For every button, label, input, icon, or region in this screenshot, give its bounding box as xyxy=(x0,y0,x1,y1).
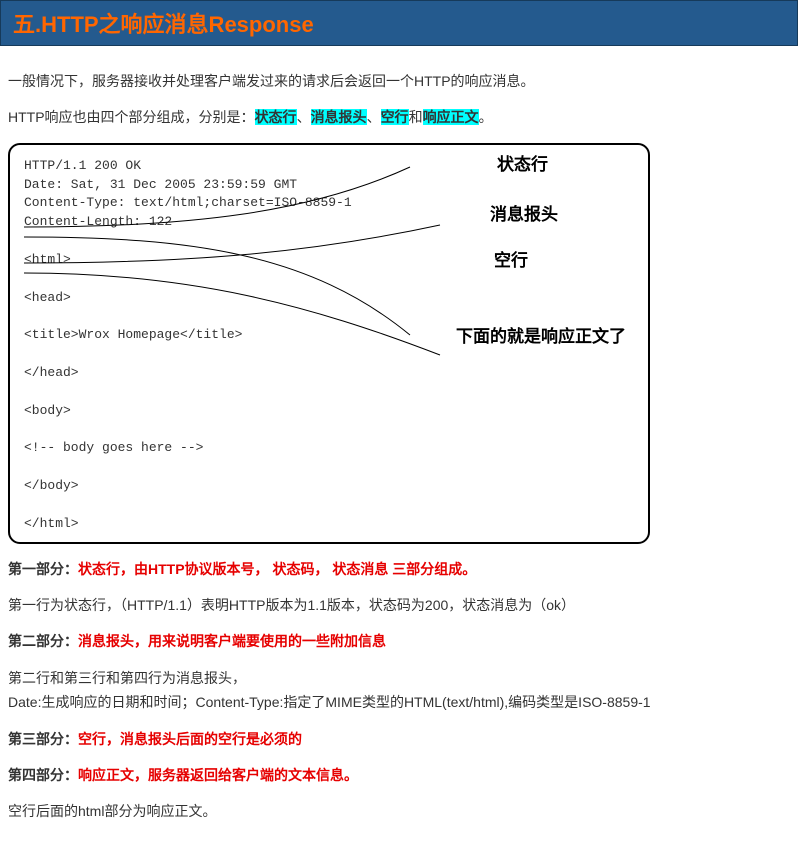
highlight-headers: 消息报头 xyxy=(311,109,367,125)
part1-desc: 第一行为状态行，（HTTP/1.1）表明HTTP版本为1.1版本，状态码为200… xyxy=(8,594,790,616)
blank-spacer xyxy=(24,458,634,477)
html-open-tag: <html> xyxy=(24,251,634,270)
body-open-tag: <body> xyxy=(24,402,634,421)
head-open-tag: <head> xyxy=(24,289,634,308)
part3: 第三部分：空行，消息报头后面的空行是必须的 xyxy=(8,728,790,750)
intro-p2: HTTP响应也由四个部分组成，分别是：状态行、消息报头、空行和响应正文。 xyxy=(8,106,790,128)
part4-desc: 空行后面的html部分为响应正文。 xyxy=(8,800,790,822)
part2-label: 第二部分： xyxy=(8,633,78,649)
part3-red: 空行，消息报头后面的空行是必须的 xyxy=(78,731,302,747)
annotation-blank-line: 空行 xyxy=(494,249,528,274)
date-header: Date: Sat, 31 Dec 2005 23:59:59 GMT xyxy=(24,176,634,195)
content-area: 一般情况下，服务器接收并处理客户端发过来的请求后会返回一个HTTP的响应消息。 … xyxy=(0,46,798,847)
highlight-status-line: 状态行 xyxy=(255,109,297,125)
part4-label: 第四部分： xyxy=(8,767,78,783)
highlight-body: 响应正文 xyxy=(423,109,479,125)
part4: 第四部分：响应正文，服务器返回给客户端的文本信息。 xyxy=(8,764,790,786)
intro-p2-suffix: 。 xyxy=(479,109,493,125)
html-close-tag: </html> xyxy=(24,515,634,534)
part2-desc1: 第二行和第三行和第四行为消息报头， xyxy=(8,667,790,689)
annotation-headers: 消息报头 xyxy=(490,203,558,228)
body-comment: <!-- body goes here --> xyxy=(24,439,634,458)
part4-red: 响应正文，服务器返回给客户端的文本信息。 xyxy=(78,767,358,783)
blank-spacer xyxy=(24,383,634,402)
section-title: 五.HTTP之响应消息Response xyxy=(13,7,785,39)
part1-label: 第一部分： xyxy=(8,561,78,577)
response-diagram: HTTP/1.1 200 OK Date: Sat, 31 Dec 2005 2… xyxy=(8,143,650,544)
blank-line xyxy=(24,232,634,251)
blank-spacer xyxy=(24,421,634,440)
sep: 、 xyxy=(297,109,311,125)
blank-spacer xyxy=(24,496,634,515)
intro-p1: 一般情况下，服务器接收并处理客户端发过来的请求后会返回一个HTTP的响应消息。 xyxy=(8,70,790,92)
section-header: 五.HTTP之响应消息Response xyxy=(0,0,798,46)
highlight-blank-line: 空行 xyxy=(381,109,409,125)
part2-desc2: Date:生成响应的日期和时间；Content-Type:指定了MIME类型的H… xyxy=(8,691,790,713)
head-close-tag: </head> xyxy=(24,364,634,383)
annotation-body: 下面的就是响应正文了 xyxy=(456,325,626,350)
intro-p2-prefix: HTTP响应也由四个部分组成，分别是： xyxy=(8,109,255,125)
sep: 、 xyxy=(367,109,381,125)
blank-spacer xyxy=(24,270,634,289)
sep: 和 xyxy=(409,109,423,125)
part1: 第一部分：状态行，由HTTP协议版本号， 状态码， 状态消息 三部分组成。 xyxy=(8,558,790,580)
part3-label: 第三部分： xyxy=(8,731,78,747)
part2-red: 消息报头，用来说明客户端要使用的一些附加信息 xyxy=(78,633,386,649)
part1-red: 状态行，由HTTP协议版本号， 状态码， 状态消息 三部分组成。 xyxy=(78,561,476,577)
body-close-tag: </body> xyxy=(24,477,634,496)
blank-spacer xyxy=(24,308,634,327)
part2: 第二部分：消息报头，用来说明客户端要使用的一些附加信息 xyxy=(8,630,790,652)
annotation-status-line: 状态行 xyxy=(497,153,548,178)
